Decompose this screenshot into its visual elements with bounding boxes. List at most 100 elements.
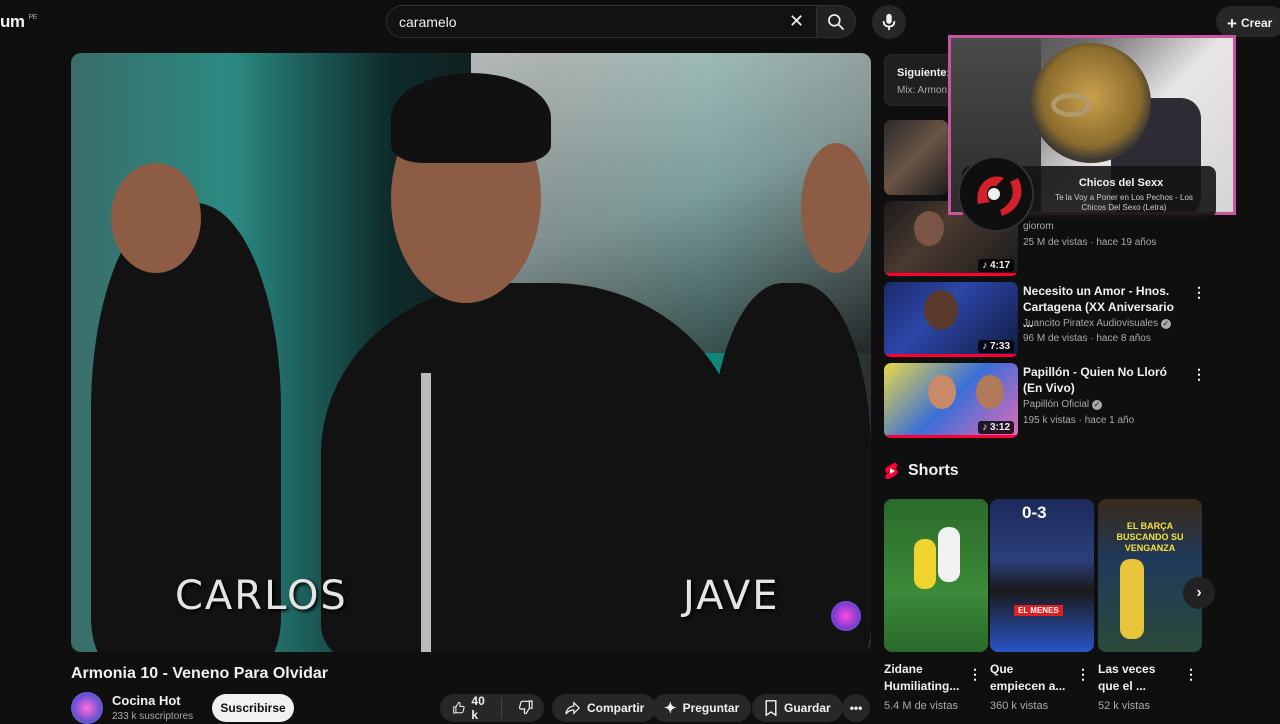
channel-name[interactable]: giorom [1023, 221, 1054, 232]
channel-label: Papillón Oficial [1023, 399, 1090, 410]
recommended-thumbnail-2[interactable]: ♪ 7:33 [884, 282, 1018, 357]
video-title: Armonia 10 - Veneno Para Olvidar [71, 665, 328, 682]
short-views: 52 k vistas [1098, 700, 1150, 712]
watch-progress-bar [884, 273, 1018, 276]
thumb-face [976, 375, 1004, 409]
player-figure [938, 527, 960, 582]
short-title[interactable]: Zidane Humiliating... [884, 661, 964, 695]
channel-name[interactable]: Juancito Piratex Audiovisuales ✓ [1023, 318, 1171, 329]
caption-left: CARLOS [175, 573, 348, 619]
save-label: Guardar [784, 701, 831, 715]
shorts-heading: Shorts [884, 462, 959, 480]
short-thumbnail-2[interactable]: EL BARÇA BUSCANDO SU VENGANZA [1098, 499, 1202, 652]
guitarist-face [111, 163, 201, 273]
more-vert-icon[interactable]: ⋮ [1076, 666, 1090, 683]
clear-search-icon[interactable]: ✕ [789, 11, 804, 32]
video-player[interactable]: CARLOS JAVE [71, 53, 871, 652]
like-button[interactable]: 40 k [440, 694, 502, 722]
ask-button[interactable]: ✦ Preguntar [652, 694, 752, 722]
now-playing-title: Chicos del Sexx [1078, 177, 1164, 189]
channel-watermark[interactable] [831, 601, 861, 631]
short-title[interactable]: Que empiecen a... [990, 661, 1070, 695]
microphone-icon [882, 13, 896, 31]
short-caption: EL MENES [1014, 605, 1063, 616]
shorts-icon [885, 462, 898, 480]
shorts-next-button[interactable]: › [1183, 577, 1215, 609]
country-code: PE [28, 14, 38, 21]
duration-badge: ♪ 3:12 [978, 421, 1014, 434]
chevron-right-icon: › [1196, 584, 1202, 601]
share-button[interactable]: Compartir [552, 694, 657, 722]
thumbs-down-icon [518, 699, 533, 714]
short-views: 360 k vistas [990, 700, 1049, 712]
bookmark-icon [765, 700, 777, 716]
share-icon [565, 701, 581, 715]
now-playing-subtitle: Te la Voy a Poner en Los Pechos - Los Ch… [1055, 193, 1193, 212]
recommended-thumbnail-0[interactable] [884, 120, 948, 195]
like-count: 40 k [471, 694, 485, 722]
more-vert-icon[interactable]: ⋮ [1192, 366, 1206, 383]
search-icon [828, 13, 845, 30]
voice-search-button[interactable] [872, 5, 906, 39]
caption-right: JAVE [683, 573, 780, 619]
thumb-face [928, 375, 956, 409]
shorts-label: Shorts [908, 462, 959, 479]
more-actions-button[interactable]: ••• [842, 694, 870, 722]
channel-name[interactable]: Papillón Oficial ✓ [1023, 399, 1102, 410]
duration-text: 7:33 [989, 341, 1010, 352]
more-icon: ••• [849, 701, 863, 715]
more-vert-icon[interactable]: ⋮ [1192, 284, 1206, 301]
short-caption: EL BARÇA BUSCANDO SU VENGANZA [1116, 521, 1184, 553]
short-thumbnail-1[interactable]: 0-3 EL MENES [990, 499, 1094, 652]
like-dislike-group: 40 k [440, 694, 544, 722]
more-vert-icon[interactable]: ⋮ [1184, 666, 1198, 683]
share-label: Compartir [587, 701, 645, 715]
duration-badge: ♪ 7:33 [978, 340, 1014, 353]
player-figure [1120, 559, 1144, 639]
up-next-mix: Mix: Armon [897, 85, 948, 96]
can-image [1031, 43, 1151, 163]
up-next-label: Siguiente: [897, 67, 951, 79]
video-title[interactable]: Papillón - Quien No Lloró (En Vivo) [1023, 364, 1183, 396]
search-button[interactable] [816, 5, 856, 38]
thumb-face [924, 290, 958, 330]
more-vert-icon[interactable]: ⋮ [968, 666, 982, 683]
mic-stand [421, 373, 431, 652]
search-input[interactable]: caramelo [399, 14, 457, 30]
duration-text: 4:17 [989, 260, 1010, 271]
channel-name[interactable]: Cocina Hot [112, 693, 181, 708]
watch-progress-bar [884, 435, 1018, 438]
ask-label: Preguntar [682, 701, 740, 715]
youtube-logo[interactable]: um PE [0, 12, 37, 32]
sparkle-icon: ✦ [664, 700, 677, 717]
short-thumbnail-0[interactable] [884, 499, 988, 652]
subscriber-count: 233 k suscriptores [112, 711, 194, 722]
subscribe-button[interactable]: Suscribirse [212, 694, 294, 722]
can-pull-tab [1051, 93, 1091, 117]
singer-hair [391, 73, 551, 163]
score-text: 0-3 [1022, 503, 1047, 522]
recommended-thumbnail-3[interactable]: ♪ 3:12 [884, 363, 1018, 438]
video-meta: 25 M de vistas · hace 19 años [1023, 237, 1157, 248]
create-button[interactable]: + Crear [1216, 6, 1280, 37]
short-views: 5.4 M de vistas [884, 700, 958, 712]
short-title[interactable]: Las veces que el ... [1098, 661, 1178, 695]
video-meta: 195 k vistas · hace 1 año [1023, 415, 1135, 426]
channel-avatar[interactable] [71, 692, 103, 724]
verified-icon: ✓ [1160, 319, 1171, 329]
dislike-button[interactable] [508, 699, 544, 718]
logo-icon [977, 176, 1022, 216]
thumb-face [914, 211, 944, 246]
now-playing-logo [958, 156, 1034, 232]
create-label: Crear [1240, 16, 1273, 30]
watch-progress-bar [884, 354, 1018, 357]
channel-label: Juancito Piratex Audiovisuales [1023, 318, 1159, 329]
save-button[interactable]: Guardar [752, 694, 843, 722]
musician-face [801, 143, 871, 273]
plus-icon: + [1227, 14, 1237, 33]
search-box[interactable]: caramelo ✕ [386, 5, 818, 38]
verified-icon: ✓ [1091, 400, 1102, 410]
logo-text: um [0, 12, 25, 31]
thumbs-up-icon [453, 701, 465, 714]
duration-text: 3:12 [989, 422, 1010, 433]
